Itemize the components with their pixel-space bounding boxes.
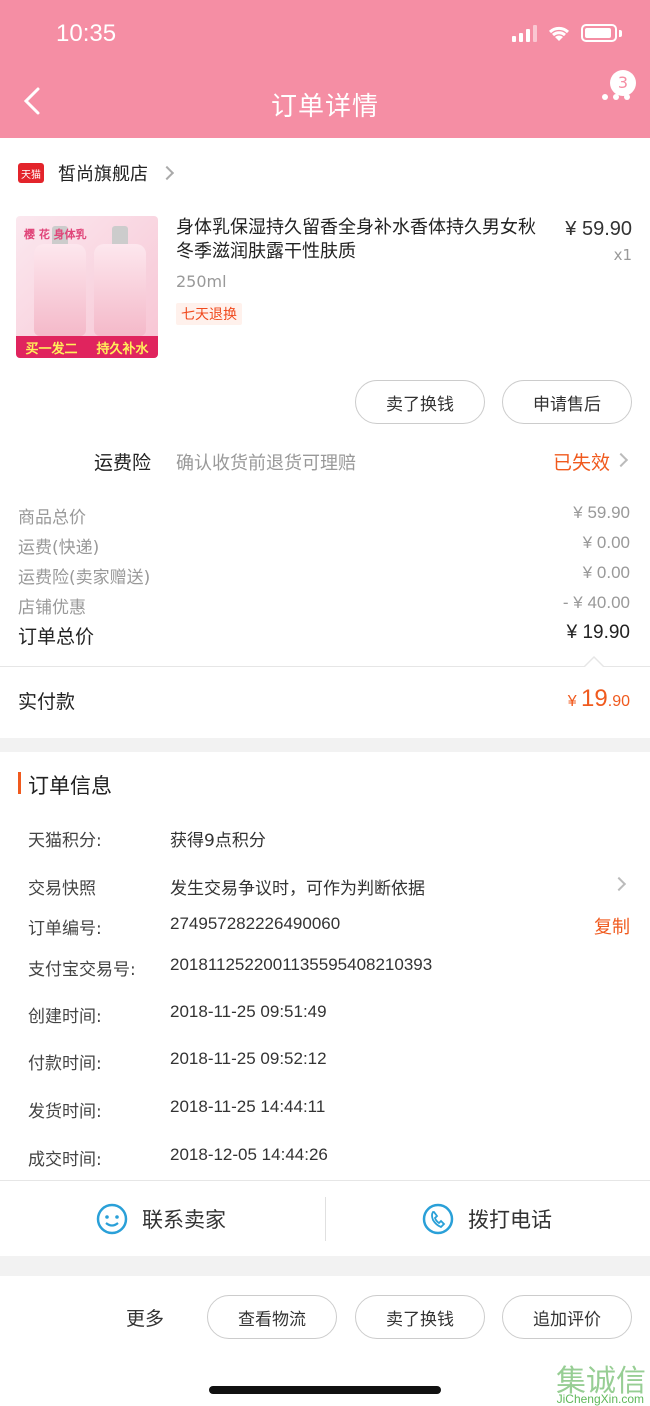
- insurance-status[interactable]: 已失效: [553, 448, 610, 475]
- phone-icon: [422, 1203, 454, 1235]
- product-spec: 250ml: [176, 272, 227, 291]
- status-time: 10:35: [56, 20, 117, 47]
- shop-link[interactable]: 天猫 皙尚旗舰店: [18, 160, 175, 186]
- insurance-label: 运费险: [94, 452, 152, 474]
- shop-name: 皙尚旗舰店: [58, 164, 148, 185]
- wifi-icon: [548, 26, 570, 41]
- add-review-button[interactable]: 追加评价: [502, 1295, 632, 1339]
- paid-amount: ¥ 19.90: [567, 685, 630, 712]
- product-image[interactable]: 樱 花 身体乳 买一发二 持久补水: [16, 216, 158, 358]
- status-icons: [512, 24, 622, 42]
- fee-row: 运费(快递) ¥ 0.00: [18, 533, 630, 558]
- paid-label: 实付款: [18, 691, 76, 713]
- footer-sell-button[interactable]: 卖了换钱: [355, 1295, 485, 1339]
- product-price: ¥ 59.90: [565, 218, 632, 240]
- return-policy-badge: 七天退换: [176, 303, 242, 325]
- call-phone-button[interactable]: 拨打电话: [422, 1181, 552, 1257]
- product-title[interactable]: 身体乳保湿持久留香全身补水香体持久男女秋冬季滋润肤露干性肤质: [176, 216, 536, 264]
- paid-amount-row: 实付款 ¥ 19.90: [0, 666, 650, 736]
- header-bar: 10:35 订单详情 3: [0, 0, 650, 138]
- product-quantity: x1: [613, 246, 632, 264]
- battery-icon: [581, 24, 617, 42]
- tmall-logo: 天猫: [18, 163, 44, 183]
- sell-button[interactable]: 卖了换钱: [355, 380, 485, 424]
- aftersale-button[interactable]: 申请售后: [502, 380, 632, 424]
- product-image-tag: 樱 花 身体乳: [24, 228, 87, 241]
- order-info-title: 订单信息: [28, 774, 112, 798]
- fee-row: 店铺优惠 - ¥ 40.00: [18, 593, 630, 618]
- home-indicator: [209, 1386, 441, 1394]
- more-button[interactable]: 更多: [126, 1304, 164, 1331]
- watermark-url: JiChengXin.com: [556, 1392, 644, 1406]
- message-badge: 3: [610, 70, 636, 96]
- order-total-row: 订单总价 ¥ 19.90: [18, 622, 630, 648]
- chat-icon: [96, 1203, 128, 1235]
- view-logistics-button[interactable]: 查看物流: [207, 1295, 337, 1339]
- insurance-desc: 确认收货前退货可理赔: [176, 453, 356, 474]
- contact-seller-button[interactable]: 联系卖家: [96, 1181, 226, 1257]
- copy-button[interactable]: 复制: [594, 913, 630, 939]
- product-image-banner: 买一发二 持久补水: [16, 336, 158, 358]
- fee-row: 商品总价 ¥ 59.90: [18, 503, 630, 528]
- fee-row: 运费险(卖家赠送) ¥ 0.00: [18, 563, 630, 588]
- chevron-right-icon: [159, 165, 175, 181]
- signal-icon: [512, 24, 537, 42]
- page-title: 订单详情: [270, 92, 379, 122]
- contact-bar: 联系卖家 拨打电话: [0, 1180, 650, 1256]
